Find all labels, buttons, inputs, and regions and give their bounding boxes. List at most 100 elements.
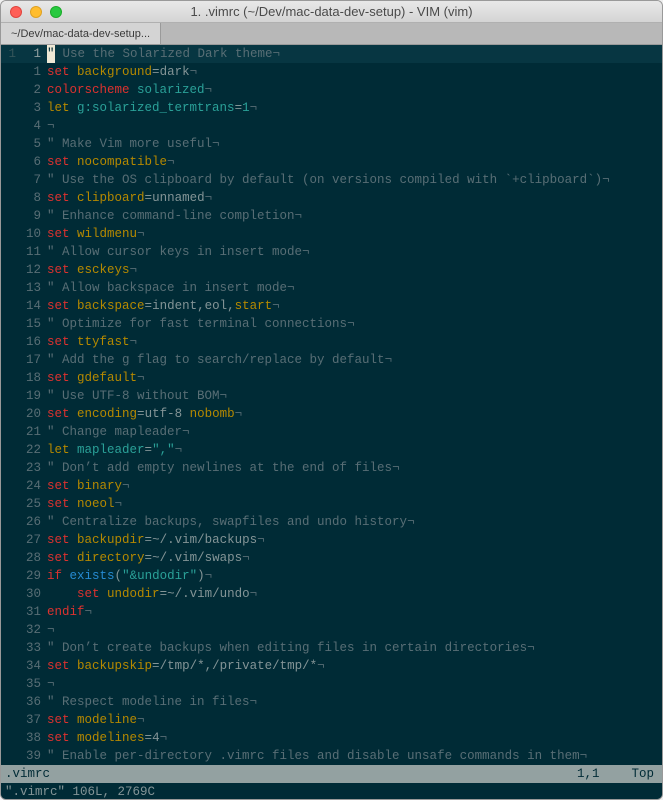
close-icon[interactable] — [10, 6, 22, 18]
code-content[interactable]: set directory=~/.vim/swaps¬ — [47, 549, 662, 567]
code-content[interactable]: ¬ — [47, 117, 662, 135]
code-line[interactable]: 21" Change mapleader¬ — [1, 423, 662, 441]
code-line[interactable]: 24set binary¬ — [1, 477, 662, 495]
code-content[interactable]: set esckeys¬ — [47, 261, 662, 279]
code-content[interactable]: set noeol¬ — [47, 495, 662, 513]
code-line[interactable]: 37set modeline¬ — [1, 711, 662, 729]
code-line[interactable]: 23" Don’t add empty newlines at the end … — [1, 459, 662, 477]
code-content[interactable]: set backupdir=~/.vim/backups¬ — [47, 531, 662, 549]
line-number: 30 — [19, 585, 47, 603]
code-line[interactable]: 14set backspace=indent,eol,start¬ — [1, 297, 662, 315]
code-line[interactable]: 20set encoding=utf-8 nobomb¬ — [1, 405, 662, 423]
editor[interactable]: 11" Use the Solarized Dark theme¬1set ba… — [1, 45, 662, 799]
code-content[interactable]: set backspace=indent,eol,start¬ — [47, 297, 662, 315]
code-line[interactable]: 1set background=dark¬ — [1, 63, 662, 81]
code-content[interactable]: set backupskip=/tmp/*,/private/tmp/*¬ — [47, 657, 662, 675]
code-content[interactable]: set clipboard=unnamed¬ — [47, 189, 662, 207]
code-line[interactable]: 13" Allow backspace in insert mode¬ — [1, 279, 662, 297]
line-number: 1 — [19, 63, 47, 81]
minimize-icon[interactable] — [30, 6, 42, 18]
code-content[interactable]: " Optimize for fast terminal connections… — [47, 315, 662, 333]
editor-lines[interactable]: 11" Use the Solarized Dark theme¬1set ba… — [1, 45, 662, 765]
zoom-icon[interactable] — [50, 6, 62, 18]
code-content[interactable]: " Don’t add empty newlines at the end of… — [47, 459, 662, 477]
code-line[interactable]: 32¬ — [1, 621, 662, 639]
code-content[interactable]: " Add the g flag to search/replace by de… — [47, 351, 662, 369]
code-line[interactable]: 2colorscheme solarized¬ — [1, 81, 662, 99]
code-line[interactable]: 25set noeol¬ — [1, 495, 662, 513]
code-content[interactable]: if exists("&undodir")¬ — [47, 567, 662, 585]
code-content[interactable]: endif¬ — [47, 603, 662, 621]
code-content[interactable]: ¬ — [47, 675, 662, 693]
code-content[interactable]: set nocompatible¬ — [47, 153, 662, 171]
code-content[interactable]: set ttyfast¬ — [47, 333, 662, 351]
line-number: 3 — [19, 99, 47, 117]
code-line[interactable]: 3let g:solarized_termtrans=1¬ — [1, 99, 662, 117]
code-line[interactable]: 30 set undodir=~/.vim/undo¬ — [1, 585, 662, 603]
status-filename: .vimrc — [5, 765, 577, 783]
code-line[interactable]: 35¬ — [1, 675, 662, 693]
code-content[interactable]: " Make Vim more useful¬ — [47, 135, 662, 153]
code-content[interactable]: ¬ — [47, 621, 662, 639]
code-line[interactable]: 4¬ — [1, 117, 662, 135]
line-number: 32 — [19, 621, 47, 639]
code-content[interactable]: " Enhance command-line completion¬ — [47, 207, 662, 225]
code-content[interactable]: " Use the OS clipboard by default (on ve… — [47, 171, 662, 189]
code-line[interactable]: 17" Add the g flag to search/replace by … — [1, 351, 662, 369]
outer-gutter — [1, 585, 19, 603]
code-content[interactable]: " Respect modeline in files¬ — [47, 693, 662, 711]
code-content[interactable]: " Allow backspace in insert mode¬ — [47, 279, 662, 297]
code-content[interactable]: set background=dark¬ — [47, 63, 662, 81]
code-content[interactable]: set encoding=utf-8 nobomb¬ — [47, 405, 662, 423]
code-content[interactable]: set modeline¬ — [47, 711, 662, 729]
code-line[interactable]: 15" Optimize for fast terminal connectio… — [1, 315, 662, 333]
code-content[interactable]: set wildmenu¬ — [47, 225, 662, 243]
cursor: " — [47, 45, 55, 63]
command-line[interactable]: ".vimrc" 106L, 2769C — [1, 783, 662, 799]
code-line[interactable]: 12set esckeys¬ — [1, 261, 662, 279]
code-content[interactable]: " Enable per-directory .vimrc files and … — [47, 747, 662, 765]
code-content[interactable]: set modelines=4¬ — [47, 729, 662, 747]
outer-gutter — [1, 495, 19, 513]
titlebar[interactable]: 1. .vimrc (~/Dev/mac-data-dev-setup) - V… — [1, 1, 662, 23]
code-line[interactable]: 7" Use the OS clipboard by default (on v… — [1, 171, 662, 189]
code-line[interactable]: 9" Enhance command-line completion¬ — [1, 207, 662, 225]
code-line[interactable]: 33" Don’t create backups when editing fi… — [1, 639, 662, 657]
line-number: 37 — [19, 711, 47, 729]
code-line[interactable]: 34set backupskip=/tmp/*,/private/tmp/*¬ — [1, 657, 662, 675]
code-line[interactable]: 38set modelines=4¬ — [1, 729, 662, 747]
code-line[interactable]: 18set gdefault¬ — [1, 369, 662, 387]
code-line[interactable]: 10set wildmenu¬ — [1, 225, 662, 243]
code-content[interactable]: " Use the Solarized Dark theme¬ — [47, 45, 662, 63]
code-line[interactable]: 29if exists("&undodir")¬ — [1, 567, 662, 585]
line-number: 26 — [19, 513, 47, 531]
code-content[interactable]: let g:solarized_termtrans=1¬ — [47, 99, 662, 117]
code-content[interactable]: " Allow cursor keys in insert mode¬ — [47, 243, 662, 261]
code-line[interactable]: 31endif¬ — [1, 603, 662, 621]
code-line[interactable]: 26" Centralize backups, swapfiles and un… — [1, 513, 662, 531]
code-line[interactable]: 36" Respect modeline in files¬ — [1, 693, 662, 711]
code-line[interactable]: 16set ttyfast¬ — [1, 333, 662, 351]
line-number: 2 — [19, 81, 47, 99]
code-line[interactable]: 8set clipboard=unnamed¬ — [1, 189, 662, 207]
code-line[interactable]: 6set nocompatible¬ — [1, 153, 662, 171]
code-content[interactable]: " Use UTF-8 without BOM¬ — [47, 387, 662, 405]
code-line[interactable]: 19" Use UTF-8 without BOM¬ — [1, 387, 662, 405]
code-line[interactable]: 39" Enable per-directory .vimrc files an… — [1, 747, 662, 765]
code-line[interactable]: 5" Make Vim more useful¬ — [1, 135, 662, 153]
code-line[interactable]: 11" Allow cursor keys in insert mode¬ — [1, 243, 662, 261]
code-content[interactable]: set gdefault¬ — [47, 369, 662, 387]
code-line[interactable]: 11" Use the Solarized Dark theme¬ — [1, 45, 662, 63]
code-content[interactable]: " Centralize backups, swapfiles and undo… — [47, 513, 662, 531]
code-content[interactable]: colorscheme solarized¬ — [47, 81, 662, 99]
code-content[interactable]: set binary¬ — [47, 477, 662, 495]
code-line[interactable]: 22let mapleader=","¬ — [1, 441, 662, 459]
code-line[interactable]: 28set directory=~/.vim/swaps¬ — [1, 549, 662, 567]
outer-gutter — [1, 135, 19, 153]
tab-active[interactable]: ~/Dev/mac-data-dev-setup... — [1, 23, 161, 44]
code-content[interactable]: " Change mapleader¬ — [47, 423, 662, 441]
code-content[interactable]: let mapleader=","¬ — [47, 441, 662, 459]
code-content[interactable]: set undodir=~/.vim/undo¬ — [47, 585, 662, 603]
code-content[interactable]: " Don’t create backups when editing file… — [47, 639, 662, 657]
code-line[interactable]: 27set backupdir=~/.vim/backups¬ — [1, 531, 662, 549]
